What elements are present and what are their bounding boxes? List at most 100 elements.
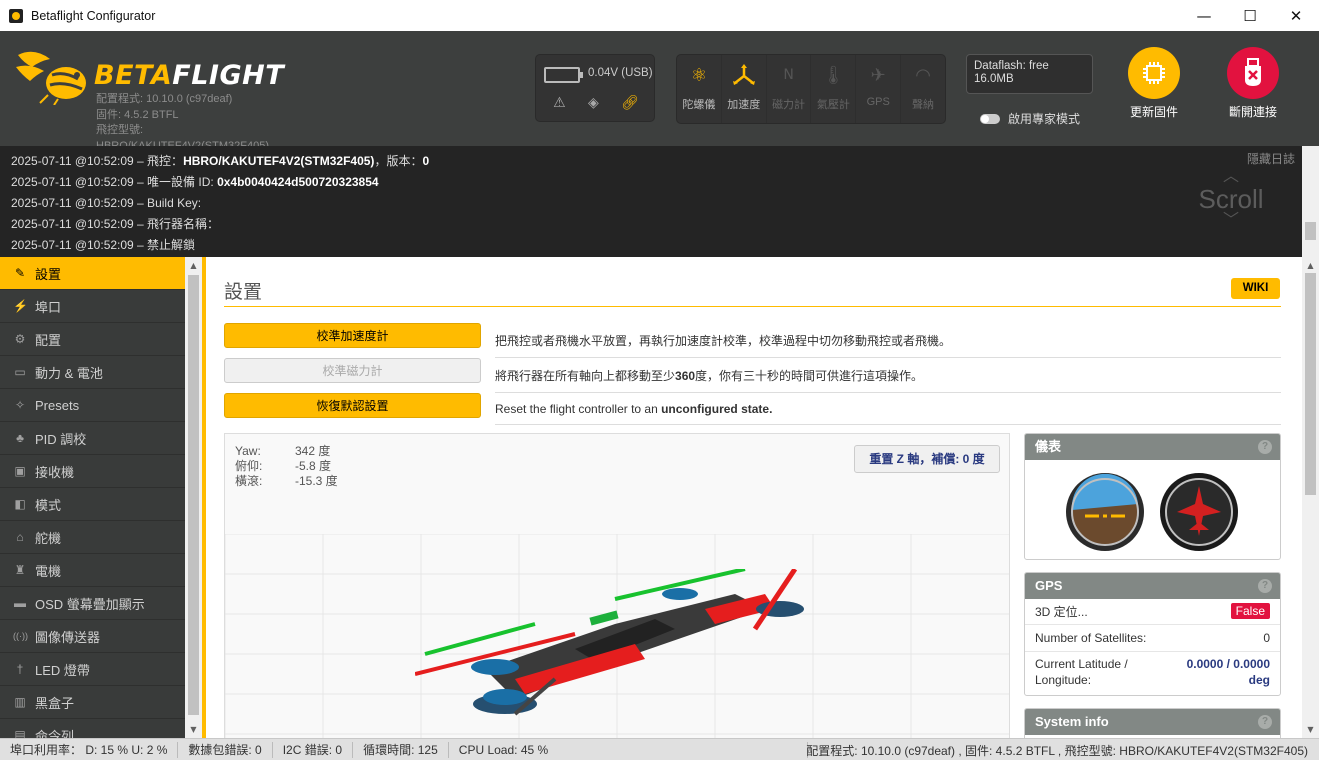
sensor-sonar: ◠ 聲納 — [901, 55, 945, 123]
status-bar: 埠口利用率： D: 15 % U: 2 % 數據包錯誤: 0 I2C 錯誤: 0… — [0, 738, 1319, 760]
gps-panel: GPS? 3D 定位... False Number of Satellites… — [1024, 572, 1281, 696]
sidebar-item-led[interactable]: † LED 燈帶 — [0, 653, 185, 686]
expert-mode-toggle[interactable] — [980, 113, 1000, 124]
title-bar: Betaflight Configurator — ☐ ✕ — [0, 0, 1319, 31]
sidebar-scrollbar[interactable]: ▲ ▼ — [185, 257, 202, 738]
sensor-accel: 加速度 — [722, 55, 767, 123]
sensor-gyro: ⚛ 陀螺儀 — [677, 55, 722, 123]
calibrate-accelerometer-button[interactable]: 校準加速度計 — [224, 323, 481, 348]
scroll-up-icon[interactable]: ▲ — [1302, 261, 1319, 270]
sidebar-item-power[interactable]: ▭ 動力 & 電池 — [0, 356, 185, 389]
heading-indicator-icon — [1160, 473, 1238, 551]
cli-icon: ▤ — [14, 728, 26, 738]
sidebar-nav: ✎ 設置 ⚡ 埠口 ⚙ 配置 ▭ 動力 & 電池 ✧ Presets ♣ PID 調校 ▣ 接… — [0, 257, 185, 738]
log-line: 2025-07-11 @10:52:09 – 禁止解鎖 — [11, 238, 196, 252]
content-scrollbar[interactable]: ▲ ▼ — [1302, 257, 1319, 738]
sidebar-item-presets[interactable]: ✧ Presets — [0, 389, 185, 422]
attitude-readout: Yaw: 342 度 俯仰: -5.8 度 橫滾: -15.3 度 — [235, 444, 338, 488]
sidebar-item-pid[interactable]: ♣ PID 調校 — [0, 422, 185, 455]
scroll-up-icon[interactable]: ▲ — [185, 261, 202, 270]
receiver-icon: ▣ — [14, 464, 26, 478]
firmware-version: 固件: 4.5.2 BTFL — [96, 108, 179, 121]
calibrate-magnetometer-button[interactable]: 校準磁力計 — [224, 358, 481, 383]
roll-value: -15.3 度 — [295, 474, 338, 488]
servo-icon: ⌂ — [16, 530, 24, 544]
wiki-button[interactable]: WIKI — [1231, 278, 1280, 299]
sidebar-item-blackbox[interactable]: ▥ 黑盒子 — [0, 686, 185, 719]
vtx-icon: ((·)) — [13, 631, 28, 641]
window-controls: — ☐ ✕ — [1181, 0, 1319, 31]
baro-icon: 🌡︎ — [821, 64, 845, 86]
page-title: 設置 — [224, 282, 263, 303]
sonar-icon: ◠ — [915, 64, 931, 86]
gps-latlon-value: 0.0000 / 0.0000 — [1186, 657, 1270, 671]
battery-voltage: 0.04V (USB) — [588, 67, 653, 79]
sidebar-item-modes[interactable]: ◧ 模式 — [0, 488, 185, 521]
sensor-status: ⚛ 陀螺儀 加速度 N 磁力計 🌡︎ 氣壓計 ✈ GPS ◠ 聲納 — [676, 54, 946, 124]
chevron-down-icon: ﹀ — [1222, 212, 1239, 229]
app-icon — [9, 8, 23, 23]
version-info: 配置程式: 10.10.0 (c97deaf) 固件: 4.5.2 BTFL 飛… — [96, 92, 314, 154]
help-icon[interactable]: ? — [1258, 579, 1272, 593]
wrench-icon: ✎ — [14, 266, 26, 280]
led-icon: † — [16, 662, 24, 676]
help-icon[interactable]: ? — [1258, 715, 1272, 729]
expert-mode-label: 啟用專家模式 — [1008, 112, 1081, 126]
maximize-button[interactable]: ☐ — [1227, 0, 1273, 31]
model-view: Yaw: 342 度 俯仰: -5.8 度 橫滾: -15.3 度 重置 Z 軸，補償… — [224, 433, 1010, 738]
sidebar-item-motors[interactable]: ♜ 電機 — [0, 554, 185, 587]
log-line: 2025-07-11 @10:52:09 – 唯一設備 ID: 0x4b0040… — [11, 175, 379, 189]
betaflight-logo: BETAFLIGHT 配置程式: 10.10.0 (c97deaf) 固件: 4… — [14, 43, 314, 152]
link-icon: 🔗︎ — [621, 95, 639, 111]
update-firmware-button[interactable]: 更新固件 — [1114, 47, 1194, 120]
warning-icon: ⚠ — [553, 95, 566, 111]
header: BETAFLIGHT 配置程式: 10.10.0 (c97deaf) 固件: 4… — [0, 31, 1319, 152]
accel-icon — [731, 55, 757, 95]
sensor-mag: N 磁力計 — [767, 55, 812, 123]
sidebar-item-servos[interactable]: ⌂ 舵機 — [0, 521, 185, 554]
scroll-down-icon[interactable]: ▼ — [185, 725, 202, 734]
plug-icon: ⚡ — [13, 299, 28, 313]
sidebar-item-receiver[interactable]: ▣ 接收機 — [0, 455, 185, 488]
sidebar-item-vtx[interactable]: ((·)) 圖像傳送器 — [0, 620, 185, 653]
reset-z-axis-button[interactable]: 重置 Z 軸，補償: 0 度 — [854, 445, 1000, 473]
sensor-gps: ✈ GPS — [856, 55, 902, 123]
configurator-version: 配置程式: 10.10.0 (c97deaf) — [96, 93, 233, 105]
log-scrollbar[interactable] — [1302, 146, 1319, 257]
expert-mode: 啟用專家模式 — [980, 110, 1080, 127]
setup-tab-content: 設置 WIKI 校準加速度計 把飛控或者飛機水平放置，再執行加速度計校準，校準過… — [206, 257, 1302, 738]
window-title: Betaflight Configurator — [31, 8, 156, 23]
log-panel: 2025-07-11 @10:52:09 – 飛控：HBRO/KAKUTEF4V… — [0, 146, 1302, 257]
bee-logo-icon — [16, 51, 86, 105]
pitch-value: -5.8 度 — [295, 459, 332, 473]
disconnect-button[interactable]: 斷開連接 — [1213, 47, 1293, 120]
help-icon[interactable]: ? — [1258, 440, 1272, 454]
sidebar-item-ports[interactable]: ⚡ 埠口 — [0, 290, 185, 323]
logo-wordmark: BETAFLIGHT — [94, 60, 285, 91]
sensor-baro: 🌡︎ 氣壓計 — [811, 55, 857, 123]
instruments-panel: 儀表? — [1024, 433, 1281, 560]
hide-log-link[interactable]: 隱藏日誌 — [1247, 150, 1295, 167]
battery-icon: ▭ — [14, 365, 26, 379]
version-summary: 配置程式: 10.10.0 (c97deaf) , 固件: 4.5.2 BTFL… — [806, 744, 1308, 758]
scroll-down-icon[interactable]: ▼ — [1302, 725, 1319, 734]
gear-icon: ⚙ — [14, 332, 26, 346]
gps-latlon-unit: deg — [1248, 673, 1270, 687]
packet-errors: 數據包錯誤: 0 — [178, 741, 273, 758]
sidebar-item-configuration[interactable]: ⚙ 配置 — [0, 323, 185, 356]
pid-icon: ♣ — [16, 431, 24, 445]
sidebar-item-setup[interactable]: ✎ 設置 — [0, 257, 185, 290]
gps-fix-badge: False — [1230, 603, 1270, 619]
motor-icon: ♜ — [14, 563, 26, 577]
sidebar-item-cli[interactable]: ▤ 命令列 — [0, 719, 185, 738]
gps-latlon-row: Current Latitude / Longitude: 0.0000 / 0… — [1035, 657, 1270, 687]
quadcopter-model — [415, 569, 804, 716]
osd-icon: ▬ — [14, 596, 26, 610]
close-button[interactable]: ✕ — [1273, 0, 1319, 31]
title-divider — [224, 306, 1281, 307]
sidebar-item-osd[interactable]: ▬ OSD 螢幕疊加顯示 — [0, 587, 185, 620]
reset-settings-button[interactable]: 恢復默認設置 — [224, 393, 481, 418]
log-line: 2025-07-11 @10:52:09 – 飛行器名稱： — [11, 217, 220, 231]
blackbox-icon: ▥ — [14, 695, 26, 709]
minimize-button[interactable]: — — [1181, 0, 1227, 31]
